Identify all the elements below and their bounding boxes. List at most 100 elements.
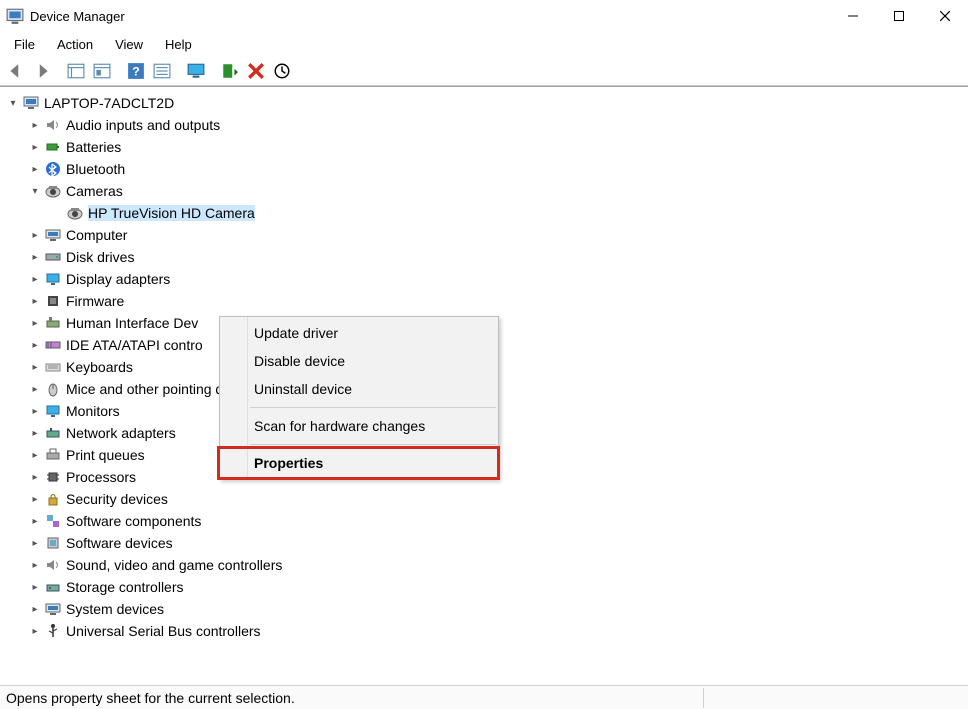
software-comp-icon	[44, 512, 62, 530]
computer-icon	[44, 226, 62, 244]
toolbar-help-button[interactable]: ?	[124, 59, 148, 83]
menu-view[interactable]: View	[105, 35, 153, 54]
chevron-right-icon[interactable]: ▸	[28, 140, 42, 154]
chevron-right-icon[interactable]: ▸	[28, 118, 42, 132]
printer-icon	[44, 446, 62, 464]
context-menu-scan-hardware[interactable]: Scan for hardware changes	[220, 412, 498, 440]
tree-item-bluetooth[interactable]: ▸ Bluetooth	[0, 158, 968, 180]
chevron-right-icon[interactable]: ▸	[28, 558, 42, 572]
toolbar-update-button[interactable]	[270, 59, 294, 83]
menu-file[interactable]: File	[4, 35, 45, 54]
tree-root[interactable]: ▾ LAPTOP-7ADCLT2D	[0, 92, 968, 114]
context-menu-uninstall-device[interactable]: Uninstall device	[220, 375, 498, 403]
toolbar-scan-button[interactable]	[218, 59, 242, 83]
chevron-right-icon[interactable]: ▸	[28, 426, 42, 440]
usb-icon	[44, 622, 62, 640]
chevron-right-icon[interactable]: ▸	[28, 228, 42, 242]
titlebar: Device Manager	[0, 0, 968, 32]
system-icon	[44, 600, 62, 618]
context-menu: Update driver Disable device Uninstall d…	[219, 316, 499, 480]
chevron-right-icon[interactable]: ▸	[28, 536, 42, 550]
tree-item-audio[interactable]: ▸ Audio inputs and outputs	[0, 114, 968, 136]
mouse-icon	[44, 380, 62, 398]
minimize-button[interactable]	[830, 0, 876, 32]
toolbar-uninstall-button[interactable]	[244, 59, 268, 83]
security-icon	[44, 490, 62, 508]
tree-item-usb[interactable]: ▸ Universal Serial Bus controllers	[0, 620, 968, 642]
tree-item-software-components[interactable]: ▸ Software components	[0, 510, 968, 532]
tree-item-sound[interactable]: ▸ Sound, video and game controllers	[0, 554, 968, 576]
battery-icon	[44, 138, 62, 156]
menu-help[interactable]: Help	[155, 35, 202, 54]
bluetooth-icon	[44, 160, 62, 178]
cpu-icon	[44, 468, 62, 486]
network-icon	[44, 424, 62, 442]
tree-item-hp-camera[interactable]: HP TrueVision HD Camera	[0, 202, 968, 224]
statusbar-separator	[703, 688, 704, 708]
chevron-right-icon[interactable]: ▸	[28, 162, 42, 176]
chevron-right-icon[interactable]: ▸	[28, 294, 42, 308]
chevron-right-icon[interactable]: ▸	[28, 382, 42, 396]
context-menu-disable-device[interactable]: Disable device	[220, 347, 498, 375]
menu-action[interactable]: Action	[47, 35, 103, 54]
speaker-icon	[44, 116, 62, 134]
chevron-right-icon[interactable]: ▸	[28, 492, 42, 506]
toolbar: ?	[0, 56, 968, 86]
chevron-right-icon[interactable]: ▸	[28, 602, 42, 616]
tree-item-disk[interactable]: ▸ Disk drives	[0, 246, 968, 268]
context-menu-update-driver[interactable]: Update driver	[220, 319, 498, 347]
chevron-right-icon[interactable]: ▸	[28, 514, 42, 528]
disk-icon	[44, 248, 62, 266]
tree-item-cameras[interactable]: ▾ Cameras	[0, 180, 968, 202]
computer-icon	[22, 94, 40, 112]
context-menu-properties[interactable]: Properties	[220, 449, 498, 477]
svg-text:?: ?	[132, 64, 140, 78]
toolbar-properties-button[interactable]	[90, 59, 114, 83]
tree-root-label: LAPTOP-7ADCLT2D	[44, 95, 174, 111]
toolbar-actions-button[interactable]	[150, 59, 174, 83]
chevron-right-icon[interactable]: ▸	[28, 316, 42, 330]
tree-item-storage[interactable]: ▸ Storage controllers	[0, 576, 968, 598]
tree-item-firmware[interactable]: ▸ Firmware	[0, 290, 968, 312]
camera-icon	[44, 182, 62, 200]
context-menu-separator	[250, 444, 496, 445]
chevron-right-icon[interactable]: ▸	[28, 338, 42, 352]
toolbar-monitor-button[interactable]	[184, 59, 208, 83]
tree-item-display[interactable]: ▸ Display adapters	[0, 268, 968, 290]
tree-item-computer[interactable]: ▸ Computer	[0, 224, 968, 246]
window-controls	[830, 0, 968, 32]
firmware-icon	[44, 292, 62, 310]
camera-icon	[66, 204, 84, 222]
toolbar-back-button[interactable]	[4, 59, 28, 83]
menubar: File Action View Help	[0, 32, 968, 56]
sound-icon	[44, 556, 62, 574]
tree-item-software-devices[interactable]: ▸ Software devices	[0, 532, 968, 554]
chevron-right-icon[interactable]: ▸	[28, 448, 42, 462]
chevron-right-icon[interactable]: ▸	[28, 360, 42, 374]
keyboard-icon	[44, 358, 62, 376]
chevron-right-icon[interactable]: ▸	[28, 272, 42, 286]
statusbar: Opens property sheet for the current sel…	[0, 685, 968, 709]
device-tree: ▾ LAPTOP-7ADCLT2D ▸ Audio inputs and out…	[0, 88, 968, 668]
chevron-right-icon[interactable]: ▸	[28, 404, 42, 418]
tree-item-batteries[interactable]: ▸ Batteries	[0, 136, 968, 158]
toolbar-forward-button[interactable]	[30, 59, 54, 83]
storage-icon	[44, 578, 62, 596]
chevron-right-icon[interactable]: ▸	[28, 580, 42, 594]
chevron-right-icon[interactable]: ▸	[28, 470, 42, 484]
tree-item-security[interactable]: ▸ Security devices	[0, 488, 968, 510]
chevron-down-icon[interactable]: ▾	[28, 184, 42, 198]
chevron-right-icon[interactable]: ▸	[28, 250, 42, 264]
chevron-down-icon[interactable]: ▾	[6, 96, 20, 110]
tree-item-hp-camera-label: HP TrueVision HD Camera	[88, 205, 255, 221]
app-icon	[6, 7, 24, 25]
chevron-right-icon[interactable]: ▸	[28, 624, 42, 638]
hid-icon	[44, 314, 62, 332]
maximize-button[interactable]	[876, 0, 922, 32]
ide-icon	[44, 336, 62, 354]
tree-item-system[interactable]: ▸ System devices	[0, 598, 968, 620]
monitor-icon	[44, 402, 62, 420]
toolbar-showhide-button[interactable]	[64, 59, 88, 83]
context-menu-separator	[250, 407, 496, 408]
close-button[interactable]	[922, 0, 968, 32]
